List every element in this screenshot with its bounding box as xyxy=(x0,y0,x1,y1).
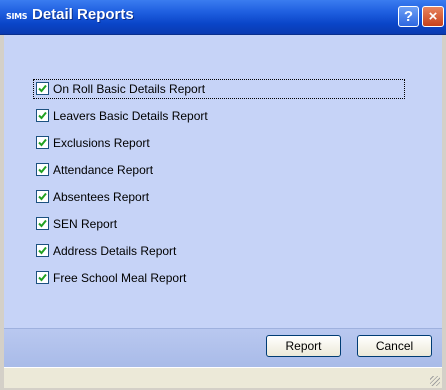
checkbox[interactable] xyxy=(36,271,49,284)
report-option-row: Attendance Report xyxy=(34,161,155,179)
report-option-row: Address Details Report xyxy=(34,242,178,260)
focus-outline: On Roll Basic Details Report xyxy=(33,78,405,99)
report-option-address-details[interactable]: Address Details Report xyxy=(34,237,404,264)
checkbox[interactable] xyxy=(36,109,49,122)
close-icon[interactable]: × xyxy=(422,6,444,27)
report-option-row: Exclusions Report xyxy=(34,134,152,152)
cancel-button[interactable]: Cancel xyxy=(357,335,432,357)
detail-reports-window: SIMS Detail Reports ? × On Roll Basic De… xyxy=(0,0,446,390)
report-label: Free School Meal Report xyxy=(53,270,187,285)
report-label: Exclusions Report xyxy=(53,135,150,150)
report-label: Absentees Report xyxy=(53,189,150,204)
status-bar xyxy=(4,367,442,388)
resize-grip-icon[interactable] xyxy=(430,376,440,386)
report-selection-panel: On Roll Basic Details Report Leavers Bas… xyxy=(4,35,442,329)
checkbox[interactable] xyxy=(36,82,49,95)
checkbox[interactable] xyxy=(36,136,49,149)
report-label: On Roll Basic Details Report xyxy=(53,81,206,96)
report-label: Address Details Report xyxy=(53,243,177,258)
report-option-leavers[interactable]: Leavers Basic Details Report xyxy=(34,102,404,129)
help-icon[interactable]: ? xyxy=(398,6,419,27)
checkmark-icon xyxy=(38,192,47,201)
report-option-on-roll[interactable]: On Roll Basic Details Report xyxy=(33,75,405,102)
report-option-exclusions[interactable]: Exclusions Report xyxy=(34,129,404,156)
report-label: SEN Report xyxy=(53,216,118,231)
report-option-row: Absentees Report xyxy=(34,188,151,206)
report-option-free-school-meal[interactable]: Free School Meal Report xyxy=(34,264,404,291)
checkbox[interactable] xyxy=(36,163,49,176)
report-button[interactable]: Report xyxy=(266,335,341,357)
checkmark-icon xyxy=(38,138,47,147)
report-option-absentees[interactable]: Absentees Report xyxy=(34,183,404,210)
checkmark-icon xyxy=(38,219,47,228)
report-option-row: Free School Meal Report xyxy=(34,269,188,287)
report-option-row: Leavers Basic Details Report xyxy=(34,107,210,125)
title-bar[interactable]: SIMS Detail Reports ? × xyxy=(0,0,446,35)
report-option-sen[interactable]: SEN Report xyxy=(34,210,404,237)
report-option-attendance[interactable]: Attendance Report xyxy=(34,156,404,183)
checkbox[interactable] xyxy=(36,244,49,257)
window-title: Detail Reports xyxy=(32,6,134,23)
report-option-row: SEN Report xyxy=(34,215,119,233)
checkmark-icon xyxy=(38,246,47,255)
checkmark-icon xyxy=(38,273,47,282)
sims-app-icon: SIMS xyxy=(6,12,28,21)
checkmark-icon xyxy=(38,84,47,93)
checkbox[interactable] xyxy=(36,217,49,230)
checkbox[interactable] xyxy=(36,190,49,203)
report-label: Leavers Basic Details Report xyxy=(53,108,208,123)
button-bar: Report Cancel xyxy=(4,328,442,367)
report-label: Attendance Report xyxy=(53,162,154,177)
checkmark-icon xyxy=(38,165,47,174)
checkmark-icon xyxy=(38,111,47,120)
report-list: On Roll Basic Details Report Leavers Bas… xyxy=(33,75,405,291)
